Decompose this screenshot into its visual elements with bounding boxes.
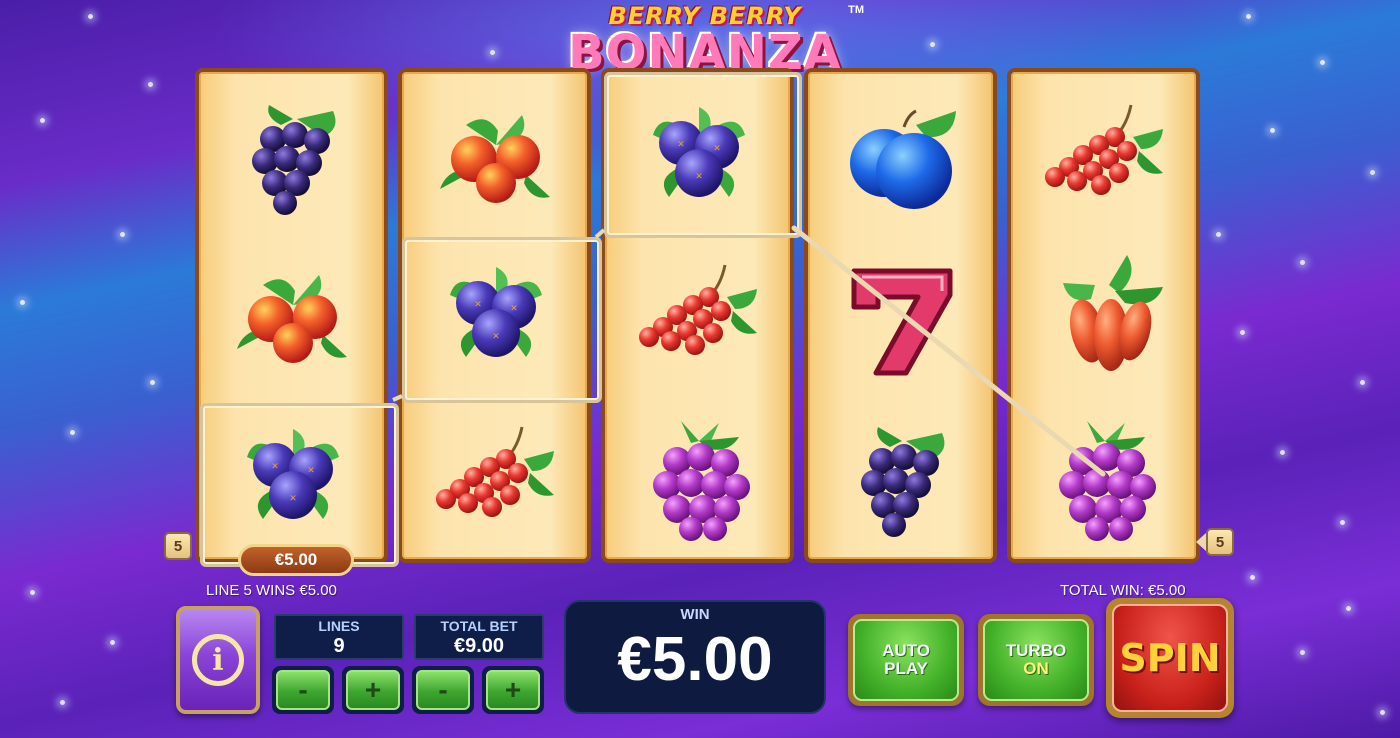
win-label: WIN	[680, 606, 710, 623]
reel-5	[1007, 68, 1200, 563]
symbol-redcurrant	[406, 398, 586, 556]
symbol-cranberry	[406, 76, 586, 234]
turbo-label-line1: TURBO	[1005, 641, 1067, 660]
symbol-seven	[812, 236, 992, 394]
symbol-blueberry	[406, 236, 586, 394]
symbol-blackberry	[812, 398, 992, 556]
info-button[interactable]: i	[176, 606, 260, 714]
turbo-button[interactable]: TURBO ON	[978, 614, 1094, 706]
turbo-state: ON	[1023, 659, 1049, 678]
symbol-blueberry	[203, 398, 383, 556]
lines-label: LINES	[318, 618, 360, 634]
symbol-goji	[1015, 236, 1195, 394]
plus-icon: +	[346, 670, 400, 710]
symbol-blueberry	[609, 76, 789, 234]
reel-3	[601, 68, 794, 563]
right-marker-arrow	[1196, 533, 1206, 551]
left-line-marker: 5	[164, 532, 192, 560]
symbol-plum	[812, 76, 992, 234]
win-value: €5.00	[617, 625, 773, 694]
symbol-raspberry	[609, 398, 789, 556]
lines-plus-button[interactable]: +	[342, 666, 404, 714]
info-icon: i	[192, 634, 244, 686]
win-display: WIN €5.00	[564, 600, 826, 714]
minus-icon: -	[416, 670, 470, 710]
right-line-marker: 5	[1206, 528, 1234, 556]
reel-1	[195, 68, 388, 563]
autoplay-button[interactable]: AUTO PLAY	[848, 614, 964, 706]
plus-icon: +	[486, 670, 540, 710]
spin-button[interactable]: SPIN	[1106, 598, 1234, 718]
bet-plus-button[interactable]: +	[482, 666, 544, 714]
symbol-blackberry	[203, 76, 383, 234]
autoplay-label-line2: PLAY	[884, 659, 928, 678]
total-bet-display: TOTAL BET €9.00	[414, 614, 544, 660]
total-bet-value: €9.00	[453, 635, 505, 657]
minus-icon: -	[276, 670, 330, 710]
total-bet-label: TOTAL BET	[440, 618, 518, 634]
trademark: TM	[848, 4, 864, 16]
symbol-redcurrant	[1015, 76, 1195, 234]
line-win-text: LINE 5 WINS €5.00	[206, 582, 337, 599]
reel-2	[398, 68, 591, 563]
spin-label: SPIN	[1112, 604, 1228, 712]
symbol-raspberry	[1015, 398, 1195, 556]
bet-minus-button[interactable]: -	[412, 666, 474, 714]
reel-grid	[195, 68, 1203, 566]
symbol-cranberry	[203, 236, 383, 394]
lines-minus-button[interactable]: -	[272, 666, 334, 714]
lines-value: 9	[333, 635, 345, 657]
symbol-redcurrant	[609, 236, 789, 394]
reel-4	[804, 68, 997, 563]
line-win-badge: €5.00	[238, 544, 354, 576]
autoplay-label-line1: AUTO	[882, 641, 930, 660]
total-win-text: TOTAL WIN: €5.00	[1060, 582, 1186, 599]
lines-display: LINES 9	[274, 614, 404, 660]
